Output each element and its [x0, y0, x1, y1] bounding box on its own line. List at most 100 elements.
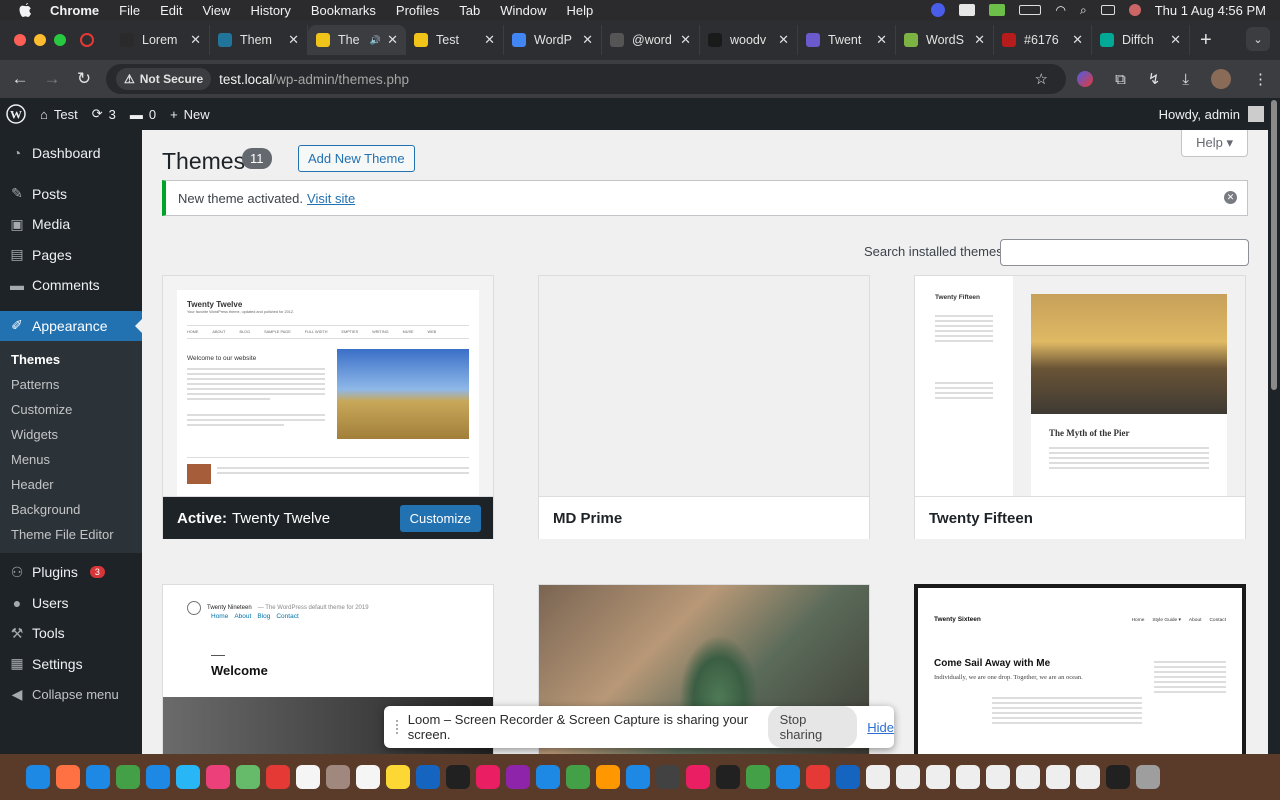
dock-app-icon[interactable]	[86, 765, 110, 789]
zoom-window-button[interactable]	[54, 34, 66, 46]
dock-app-icon[interactable]	[1046, 765, 1070, 789]
dock-app-icon[interactable]	[716, 765, 740, 789]
chrome-menu-icon[interactable]: ⋮	[1253, 70, 1268, 88]
search-themes-input[interactable]	[1000, 239, 1249, 266]
theme-card-twenty-twelve[interactable]: Twenty Twelve Your favorite WordPress th…	[162, 275, 494, 539]
menu-settings[interactable]: ▦ Settings	[0, 649, 142, 680]
dock-app-icon[interactable]	[446, 765, 470, 789]
close-tab-icon[interactable]: ✕	[974, 32, 985, 48]
back-button[interactable]: ←	[4, 69, 36, 89]
tab-search-button[interactable]: ⌄	[1246, 27, 1270, 51]
browser-tab[interactable]: Them ✕	[210, 25, 308, 55]
updates-link[interactable]: ⟳ 3	[92, 106, 116, 122]
speaker-icon[interactable]: 🔊	[370, 35, 381, 46]
dock-app-icon[interactable]	[986, 765, 1010, 789]
theme-screenshot[interactable]: Twenty Twelve Your favorite WordPress th…	[163, 276, 493, 496]
dock-app-icon[interactable]	[896, 765, 920, 789]
stop-sharing-button[interactable]: Stop sharing	[767, 706, 858, 748]
submenu-patterns[interactable]: Patterns	[0, 372, 142, 397]
browser-tab[interactable]: woodv ✕	[700, 25, 798, 55]
dock-app-icon[interactable]	[296, 765, 320, 789]
dock-app-icon[interactable]	[1076, 765, 1100, 789]
new-content-link[interactable]: + New	[170, 107, 210, 122]
dock-app-icon[interactable]	[206, 765, 230, 789]
close-window-button[interactable]	[14, 34, 26, 46]
close-tab-icon[interactable]: ✕	[484, 32, 495, 48]
forward-button[interactable]: →	[36, 69, 68, 89]
menu-edit[interactable]: Edit	[160, 3, 182, 18]
help-tab-button[interactable]: Help ▾	[1181, 130, 1248, 157]
dock-app-icon[interactable]	[326, 765, 350, 789]
dock-app-icon[interactable]	[626, 765, 650, 789]
theme-screenshot-blank[interactable]	[539, 276, 869, 496]
zoom-status-icon[interactable]	[931, 3, 946, 17]
dock-app-icon[interactable]	[746, 765, 770, 789]
dock-app-icon[interactable]	[236, 765, 260, 789]
control-center-icon[interactable]	[1100, 5, 1115, 15]
site-name-link[interactable]: ⌂ Test	[40, 107, 78, 122]
download-icon[interactable]: ⤓	[1182, 71, 1189, 88]
my-account[interactable]: Howdy, admin	[1159, 98, 1264, 130]
siri-icon[interactable]	[1128, 4, 1141, 16]
sync-icon[interactable]: ↯	[1148, 70, 1161, 88]
recording-icon[interactable]	[80, 33, 94, 47]
browser-tab[interactable]: Test ✕	[406, 25, 504, 55]
add-new-theme-button[interactable]: Add New Theme	[298, 145, 415, 172]
browser-tab[interactable]: @word ✕	[602, 25, 700, 55]
dock-app-icon[interactable]	[56, 765, 80, 789]
dock-app-icon[interactable]	[866, 765, 890, 789]
dock-app-icon[interactable]	[116, 765, 140, 789]
menu-file[interactable]: File	[119, 3, 140, 18]
menu-tools[interactable]: ⚒ Tools	[0, 618, 142, 649]
theme-card-twenty-fifteen[interactable]: Twenty Fifteen The Myth of the Pier Twen…	[914, 275, 1246, 539]
menu-media[interactable]: ▣ Media	[0, 209, 142, 240]
menu-plugins[interactable]: ⚇ Plugins 3	[0, 557, 142, 588]
wp-logo-icon[interactable]: W	[6, 104, 26, 124]
dock-app-icon[interactable]	[476, 765, 500, 789]
menu-comments[interactable]: ▬ Comments	[0, 270, 142, 301]
address-bar[interactable]: ⚠ Not Secure test.local/wp-admin/themes.p…	[106, 64, 1066, 94]
dock-app-icon[interactable]	[566, 765, 590, 789]
browser-tab[interactable]: The 🔊 ✕	[308, 25, 406, 55]
menu-pages[interactable]: ▤ Pages	[0, 240, 142, 271]
close-tab-icon[interactable]: ✕	[778, 32, 789, 48]
dismiss-notice-icon[interactable]: ✕	[1224, 191, 1237, 204]
dock-app-icon[interactable]	[26, 765, 50, 789]
scrollbar-thumb[interactable]	[1271, 100, 1277, 390]
menu-profiles[interactable]: Profiles	[396, 3, 439, 18]
close-tab-icon[interactable]: ✕	[1170, 32, 1181, 48]
dock-app-icon[interactable]	[386, 765, 410, 789]
dock-app-icon[interactable]	[416, 765, 440, 789]
reload-button[interactable]: ↻	[68, 69, 100, 89]
new-tab-button[interactable]: +	[1200, 29, 1212, 52]
dock-app-icon[interactable]	[1106, 765, 1130, 789]
menu-appearance[interactable]: ✐ Appearance	[0, 310, 142, 341]
comments-link[interactable]: ▬ 0	[130, 107, 156, 122]
menu-view[interactable]: View	[202, 3, 230, 18]
browser-tab[interactable]: WordP ✕	[504, 25, 602, 55]
menu-dashboard[interactable]: ◔ Dashboard	[0, 138, 142, 169]
script-status-icon[interactable]	[959, 4, 976, 16]
menu-users[interactable]: ● Users	[0, 588, 142, 619]
not-secure-badge[interactable]: ⚠ Not Secure	[116, 68, 212, 90]
browser-tab[interactable]: Lorem ✕	[112, 25, 210, 55]
battery-icon[interactable]	[1019, 5, 1042, 15]
close-tab-icon[interactable]: ✕	[680, 32, 691, 48]
extensions-puzzle-icon[interactable]: ⧉	[1115, 71, 1126, 88]
menu-help[interactable]: Help	[567, 3, 594, 18]
close-tab-icon[interactable]: ✕	[387, 32, 398, 48]
dock-app-icon[interactable]	[146, 765, 170, 789]
theme-card-twenty-sixteen[interactable]: Twenty Sixteen Home Style Guide ▾ About …	[914, 584, 1246, 754]
dock-app-icon[interactable]	[176, 765, 200, 789]
dock-app-icon[interactable]	[266, 765, 290, 789]
visit-site-link[interactable]: Visit site	[307, 191, 355, 206]
dock-app-icon[interactable]	[686, 765, 710, 789]
close-tab-icon[interactable]: ✕	[190, 32, 201, 48]
close-tab-icon[interactable]: ✕	[1072, 32, 1083, 48]
close-tab-icon[interactable]: ✕	[582, 32, 593, 48]
dock-app-icon[interactable]	[806, 765, 830, 789]
dock-app-icon[interactable]	[1136, 765, 1160, 789]
dock-app-icon[interactable]	[536, 765, 560, 789]
theme-screenshot[interactable]: Twenty Sixteen Home Style Guide ▾ About …	[918, 588, 1242, 754]
menu-posts[interactable]: ✎ Posts	[0, 179, 142, 210]
